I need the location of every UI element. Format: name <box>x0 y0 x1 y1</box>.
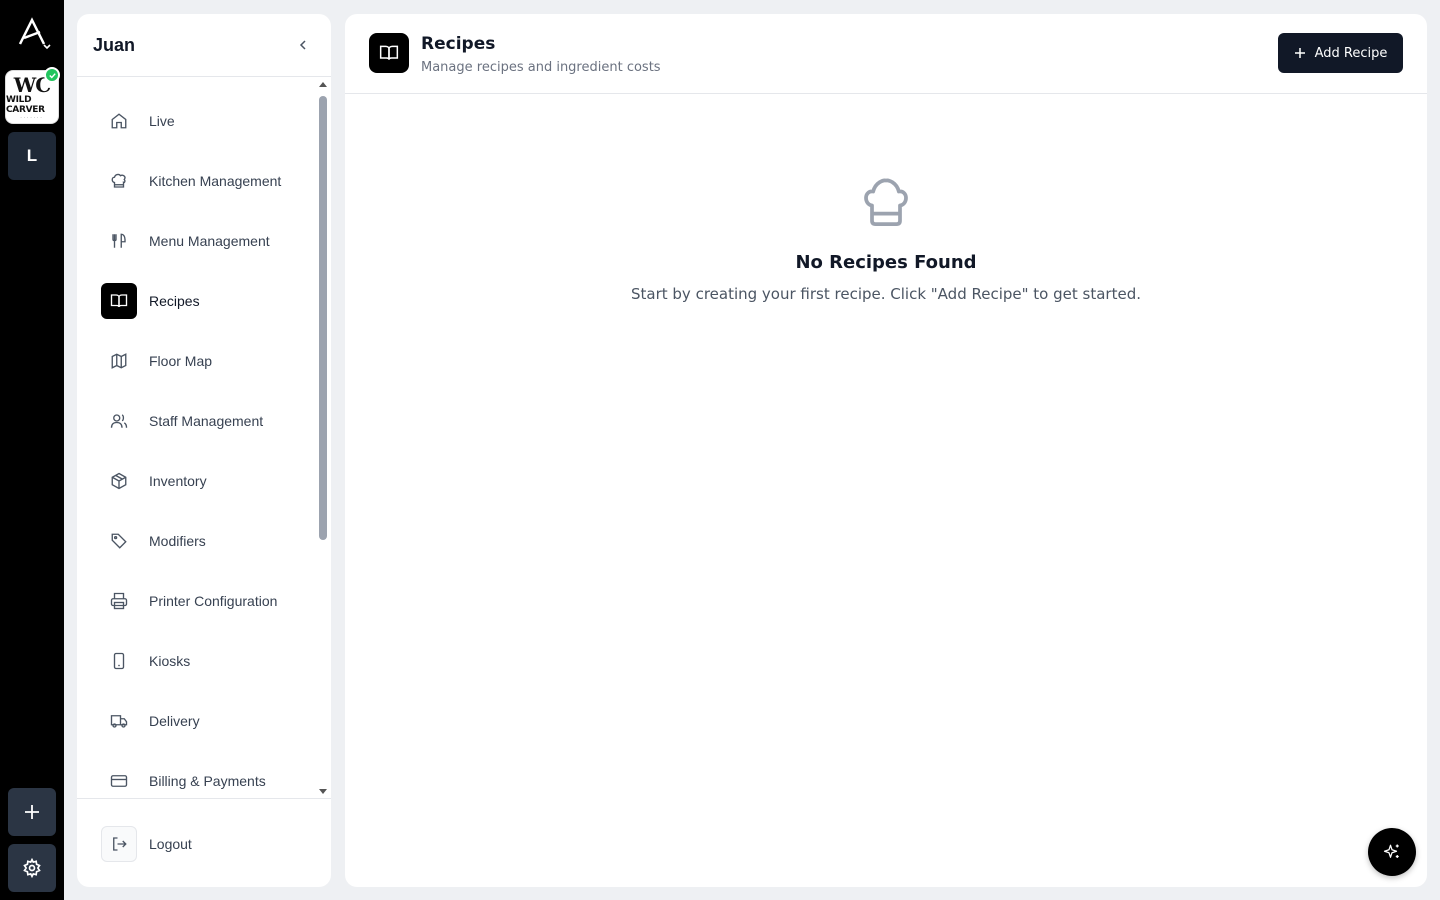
empty-state-title: No Recipes Found <box>795 252 977 273</box>
ai-assistant-button[interactable] <box>1368 828 1416 876</box>
gear-icon <box>23 858 41 878</box>
sidebar-item-staff-management[interactable]: Staff Management <box>101 403 311 439</box>
sidebar-item-label: Menu Management <box>149 233 270 249</box>
add-recipe-label: Add Recipe <box>1314 45 1388 61</box>
sidebar-item-kitchen-management[interactable]: Kitchen Management <box>101 163 311 199</box>
sidebar-item-recipes[interactable]: Recipes <box>101 283 311 319</box>
package-icon <box>101 463 137 499</box>
app-logo-icon[interactable] <box>12 14 52 54</box>
sidebar-scrollbar[interactable] <box>317 80 329 796</box>
sidebar-item-label: Printer Configuration <box>149 593 278 609</box>
map-icon <box>101 343 137 379</box>
collapse-sidebar-button[interactable] <box>291 33 315 57</box>
sidebar-header: Juan <box>77 14 331 77</box>
scroll-up-arrow[interactable] <box>319 82 327 87</box>
tablet-icon <box>101 643 137 679</box>
plus-icon <box>1294 47 1306 59</box>
page-header: Recipes Manage recipes and ingredient co… <box>345 14 1427 94</box>
empty-state: No Recipes Found Start by creating your … <box>345 174 1427 303</box>
org-name: WILD CARVER <box>6 94 45 115</box>
chevron-left-icon <box>299 40 306 50</box>
empty-state-message: Start by creating your first recipe. Cli… <box>631 285 1141 303</box>
utensils-icon <box>101 223 137 259</box>
sidebar-title: Juan <box>93 34 136 55</box>
main-panel: Recipes Manage recipes and ingredient co… <box>345 14 1427 887</box>
plus-icon <box>25 805 39 819</box>
settings-button[interactable] <box>8 844 56 892</box>
sidebar-item-label: Live <box>149 113 175 129</box>
sparkles-icon <box>1383 844 1399 858</box>
add-recipe-button[interactable]: Add Recipe <box>1278 33 1403 73</box>
sidebar-item-printer-configuration[interactable]: Printer Configuration <box>101 583 311 619</box>
scroll-down-arrow[interactable] <box>319 789 327 794</box>
logout-icon <box>101 826 137 862</box>
truck-icon <box>101 703 137 739</box>
sidebar-item-modifiers[interactable]: Modifiers <box>101 523 311 559</box>
sidebar-item-label: Inventory <box>149 473 207 489</box>
book-open-icon <box>101 283 137 319</box>
sidebar-item-label: Kiosks <box>149 653 191 669</box>
book-open-icon <box>369 33 409 73</box>
scrollbar-thumb[interactable] <box>319 96 327 540</box>
chef-hat-icon <box>345 174 1427 230</box>
sidebar-item-billing-payments[interactable]: Billing & Payments <box>101 763 311 798</box>
add-location-button[interactable] <box>8 788 56 836</box>
page-subtitle: Manage recipes and ingredient costs <box>421 60 661 75</box>
check-badge-icon <box>44 67 60 83</box>
sidebar-item-label: Kitchen Management <box>149 173 282 189</box>
app-rail: WC WILD CARVER ······· L <box>0 0 64 900</box>
users-icon <box>101 403 137 439</box>
sidebar: Juan Live Kitchen Management Menu Manage… <box>77 14 331 887</box>
sidebar-item-inventory[interactable]: Inventory <box>101 463 311 499</box>
page-title: Recipes <box>421 34 496 54</box>
sidebar-item-label: Recipes <box>149 293 200 309</box>
logout-label: Logout <box>149 836 192 852</box>
location-switcher[interactable]: L <box>8 132 56 180</box>
sidebar-item-live[interactable]: Live <box>101 103 311 139</box>
chef-hat-icon <box>101 163 137 199</box>
org-tagline-decoration: ······· <box>20 114 44 120</box>
sidebar-item-floor-map[interactable]: Floor Map <box>101 343 311 379</box>
sidebar-item-menu-management[interactable]: Menu Management <box>101 223 311 259</box>
sidebar-item-label: Modifiers <box>149 533 206 549</box>
printer-icon <box>101 583 137 619</box>
sidebar-item-label: Billing & Payments <box>149 773 266 789</box>
credit-card-icon <box>101 763 137 798</box>
sidebar-item-delivery[interactable]: Delivery <box>101 703 311 739</box>
sidebar-footer: Logout <box>77 798 331 887</box>
sidebar-item-label: Delivery <box>149 713 200 729</box>
sidebar-item-label: Staff Management <box>149 413 264 429</box>
sidebar-item-kiosks[interactable]: Kiosks <box>101 643 311 679</box>
sidebar-nav: Live Kitchen Management Menu Management … <box>77 78 331 798</box>
logout-button[interactable]: Logout <box>101 826 192 862</box>
home-icon <box>101 103 137 139</box>
sidebar-item-label: Floor Map <box>149 353 213 369</box>
tag-icon <box>101 523 137 559</box>
